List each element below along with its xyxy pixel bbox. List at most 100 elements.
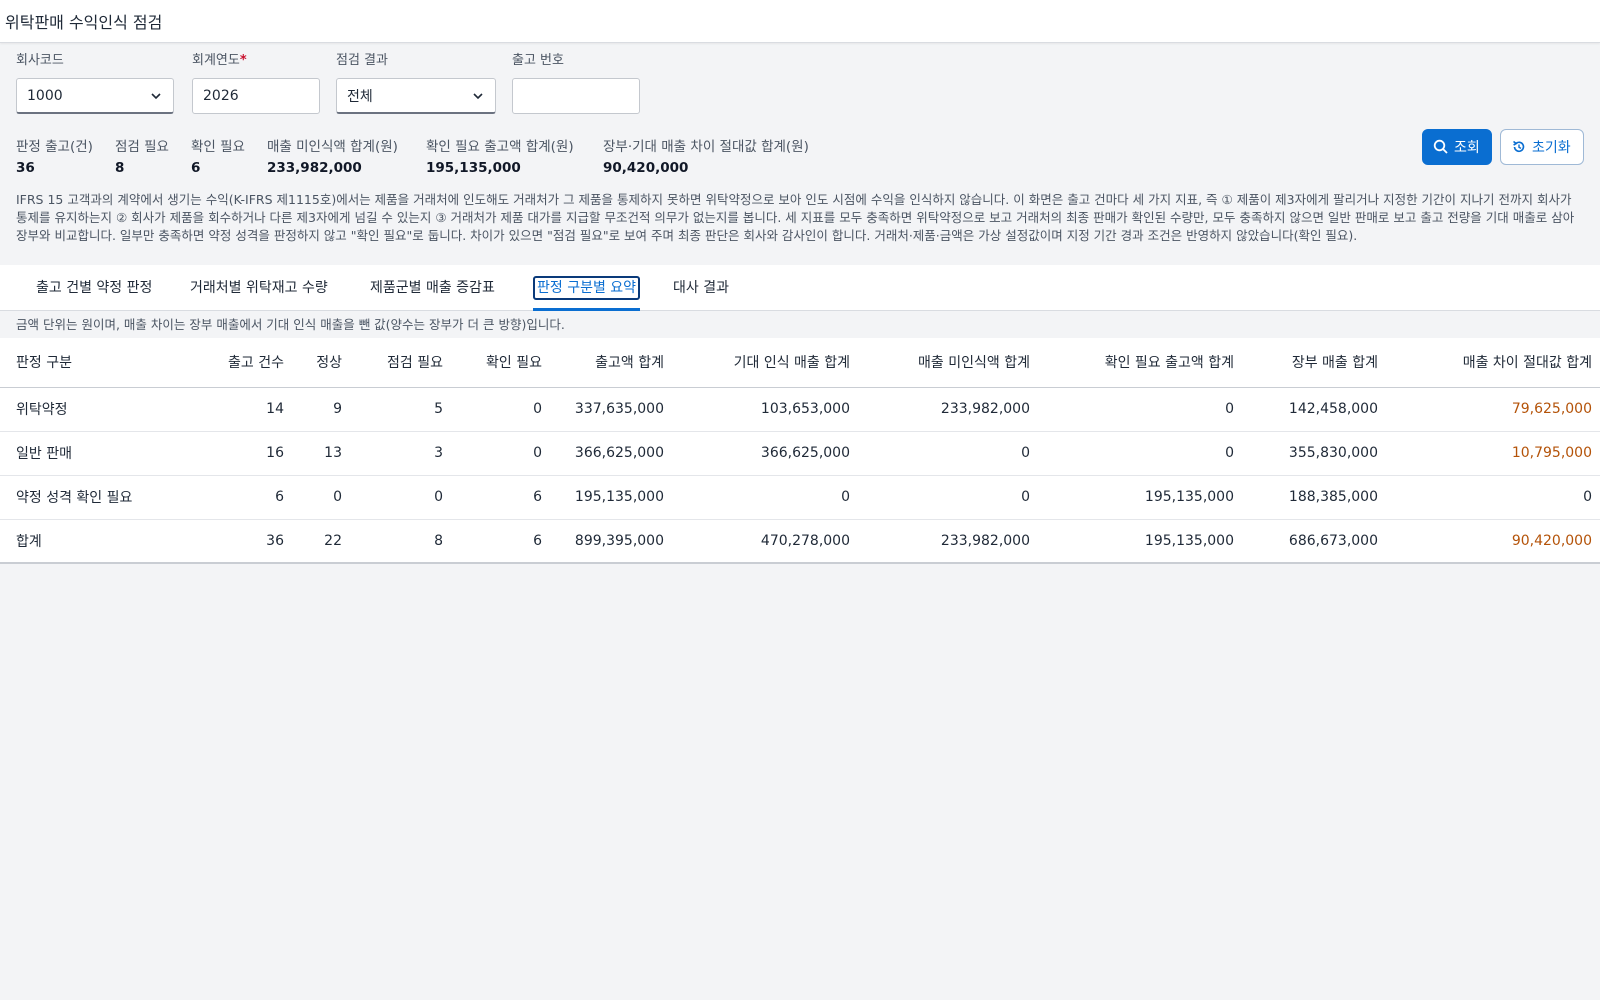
table-cell: 103,653,000 (672, 387, 858, 432)
table-row[interactable]: 약정 성격 확인 필요 6 0 0 6 195,135,000 0 0 195,… (0, 475, 1600, 520)
table-cell-difference: 79,625,000 (1386, 387, 1600, 432)
table-body: 위탁약정 14 9 5 0 337,635,000 103,653,000 23… (0, 387, 1600, 564)
table-cell-difference: 90,420,000 (1386, 519, 1600, 564)
kpi-revenue-difference: 장부·기대 매출 차이 절대값 합계(원) 90,420,000 (603, 137, 809, 179)
table-cell: 13 (292, 431, 350, 476)
kpi-label: 장부·기대 매출 차이 절대값 합계(원) (603, 139, 809, 155)
table-cell: 337,635,000 (550, 387, 672, 432)
kpi-confirm-amount: 확인 필요 출고액 합계(원) 195,135,000 (426, 137, 574, 179)
unit-note: 금액 단위는 원이며, 매출 차이는 장부 매출에서 기대 인식 매출을 뺀 값… (16, 317, 565, 332)
tab-label: 출고 건별 약정 판정 (36, 280, 153, 296)
table-cell: 366,625,000 (550, 431, 672, 476)
tab-summary-by-judgment[interactable]: 판정 구분별 요약 (533, 265, 641, 311)
shipment-number-label: 출고 번호 (512, 53, 564, 68)
column-header[interactable]: 기대 인식 매출 합계 (672, 338, 858, 388)
table-cell: 899,395,000 (550, 519, 672, 564)
check-result-filter: 점검 결과 전체 (336, 52, 496, 114)
table-cell: 142,458,000 (1242, 387, 1386, 432)
column-header[interactable]: 판정 구분 (0, 338, 196, 388)
check-result-value: 전체 (347, 88, 373, 105)
column-header[interactable]: 확인 필요 (451, 338, 550, 388)
company-code-filter: 회사코드 1000 (16, 52, 174, 114)
table-cell: 0 (451, 387, 550, 432)
table-cell: 0 (350, 475, 451, 520)
table-row[interactable]: 위탁약정 14 9 5 0 337,635,000 103,653,000 23… (0, 387, 1600, 432)
fiscal-year-input[interactable]: 2026 (192, 78, 320, 114)
tab-label: 제품군별 매출 증감표 (370, 280, 495, 296)
column-header[interactable]: 출고액 합계 (550, 338, 672, 388)
table-row[interactable]: 일반 판매 16 13 3 0 366,625,000 366,625,000 … (0, 431, 1600, 476)
kpi-value: 233,982,000 (267, 160, 362, 176)
filter-bar: 회사코드 1000 회계연도* 2026 점검 결과 전체 출고 번호 조회 초… (0, 43, 1600, 165)
fiscal-year-label: 회계연도* (192, 52, 320, 70)
kpi-value: 6 (191, 160, 201, 176)
table-cell: 0 (1038, 431, 1242, 476)
kpi-label: 점검 필요 (115, 139, 169, 155)
company-code-select[interactable]: 1000 (16, 78, 174, 114)
kpi-label: 매출 미인식액 합계(원) (267, 139, 398, 155)
tab-product-revenue[interactable]: 제품군별 매출 증감표 (370, 265, 495, 311)
kpi-value: 90,420,000 (603, 160, 689, 176)
company-code-value: 1000 (27, 87, 63, 104)
fiscal-year-value: 2026 (203, 88, 239, 104)
table-cell: 합계 (0, 519, 196, 564)
fiscal-year-label-text: 회계연도 (192, 53, 240, 68)
table-cell-difference: 10,795,000 (1386, 431, 1600, 476)
table-cell: 233,982,000 (858, 519, 1038, 564)
kpi-summary: 판정 출고(건) 36 점검 필요 8 확인 필요 6 매출 미인식액 합계(원… (0, 123, 1600, 179)
table-cell: 0 (858, 475, 1038, 520)
shipment-number-input[interactable] (512, 78, 640, 114)
column-header[interactable]: 매출 미인식액 합계 (858, 338, 1038, 388)
tab-label: 판정 구분별 요약 (533, 276, 641, 300)
column-header[interactable]: 확인 필요 출고액 합계 (1038, 338, 1242, 388)
table-cell: 36 (196, 519, 292, 564)
tab-reconciliation[interactable]: 대사 결과 (673, 265, 729, 311)
kpi-unrecognized-revenue: 매출 미인식액 합계(원) 233,982,000 (267, 137, 398, 179)
table-cell: 0 (1038, 387, 1242, 432)
table-cell: 470,278,000 (672, 519, 858, 564)
column-header[interactable]: 점검 필요 (350, 338, 451, 388)
company-code-label: 회사코드 (16, 53, 64, 68)
table-header: 판정 구분 출고 건수 정상 점검 필요 확인 필요 출고액 합계 기대 인식 … (0, 338, 1600, 388)
table-cell: 6 (451, 519, 550, 564)
chevron-down-icon (473, 92, 483, 99)
kpi-label: 확인 필요 출고액 합계(원) (426, 139, 574, 155)
table-cell: 8 (350, 519, 451, 564)
fiscal-year-filter: 회계연도* 2026 (192, 52, 320, 114)
table-cell: 195,135,000 (550, 475, 672, 520)
tab-label: 대사 결과 (673, 280, 729, 296)
table-cell: 0 (672, 475, 858, 520)
table-cell: 3 (350, 431, 451, 476)
kpi-value: 195,135,000 (426, 160, 521, 176)
kpi-judged-shipments: 판정 출고(건) 36 (16, 137, 93, 179)
kpi-label: 판정 출고(건) (16, 139, 93, 155)
tab-bar: 출고 건별 약정 판정 거래처별 위탁재고 수량 제품군별 매출 증감표 판정 … (0, 265, 1600, 311)
kpi-check-needed: 점검 필요 8 (115, 137, 169, 179)
table-cell: 일반 판매 (0, 431, 196, 476)
tab-shipment-judgment[interactable]: 출고 건별 약정 판정 (36, 265, 152, 311)
shipment-number-filter: 출고 번호 (512, 52, 640, 114)
column-header[interactable]: 매출 차이 절대값 합계 (1386, 338, 1600, 388)
summary-table: 판정 구분 출고 건수 정상 점검 필요 확인 필요 출고액 합계 기대 인식 … (0, 338, 1600, 564)
check-result-select[interactable]: 전체 (336, 78, 496, 114)
table-cell: 9 (292, 387, 350, 432)
header-row: 판정 구분 출고 건수 정상 점검 필요 확인 필요 출고액 합계 기대 인식 … (0, 338, 1600, 388)
page-title: 위탁판매 수익인식 점검 (5, 13, 163, 32)
kpi-value: 36 (16, 160, 35, 176)
table-cell: 0 (292, 475, 350, 520)
table-cell: 6 (196, 475, 292, 520)
tab-consignment-stock[interactable]: 거래처별 위탁재고 수량 (190, 265, 328, 311)
column-header[interactable]: 출고 건수 (196, 338, 292, 388)
kpi-label: 확인 필요 (191, 139, 245, 155)
description-text: IFRS 15 고객과의 계약에서 생기는 수익(K-IFRS 제1115호)에… (16, 192, 1575, 243)
table-cell: 0 (451, 431, 550, 476)
table-cell: 195,135,000 (1038, 519, 1242, 564)
table-cell: 6 (451, 475, 550, 520)
table-cell: 위탁약정 (0, 387, 196, 432)
column-header[interactable]: 정상 (292, 338, 350, 388)
kpi-confirm-needed: 확인 필요 6 (191, 137, 245, 179)
table-row-total[interactable]: 합계 36 22 8 6 899,395,000 470,278,000 233… (0, 519, 1600, 564)
column-header[interactable]: 장부 매출 합계 (1242, 338, 1386, 388)
table-cell: 0 (858, 431, 1038, 476)
kpi-value: 8 (115, 160, 125, 176)
